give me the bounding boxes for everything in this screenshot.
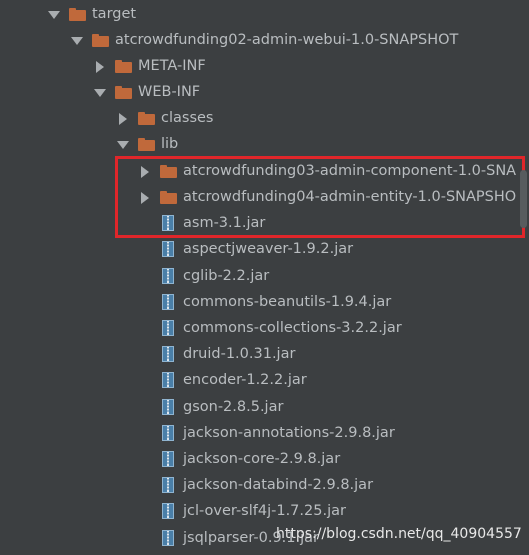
jar-icon: [162, 372, 174, 388]
jar-icon: [162, 320, 174, 336]
collapse-arrow-icon[interactable]: [93, 60, 105, 73]
annotation-highlight-box: [115, 156, 525, 238]
tree-item-jar[interactable]: encoder-1.2.2.jar: [162, 367, 307, 393]
tree-item-label: druid-1.0.31.jar: [183, 346, 296, 362]
tree-item-label: jackson-core-2.9.8.jar: [183, 451, 341, 467]
folder-icon: [138, 111, 155, 125]
tree-item-label: atcrowdfunding02-admin-webui-1.0-SNAPSHO…: [115, 32, 459, 48]
jar-icon: [162, 268, 174, 284]
jar-icon: [162, 425, 174, 441]
tree-item-label: META-INF: [138, 58, 206, 74]
tree-item-jar[interactable]: commons-beanutils-1.9.4.jar: [162, 289, 391, 315]
tree-item-jar[interactable]: druid-1.0.31.jar: [162, 341, 295, 367]
collapse-arrow-icon[interactable]: [116, 112, 128, 125]
expand-arrow-icon[interactable]: [116, 138, 129, 150]
folder-icon: [115, 59, 132, 73]
jar-icon: [162, 530, 174, 546]
jar-icon: [162, 241, 174, 257]
tree-item-jar[interactable]: gson-2.8.5.jar: [162, 394, 283, 420]
folder-icon: [69, 7, 86, 21]
tree-item-label: gson-2.8.5.jar: [183, 399, 284, 415]
tree-item-label: jcl-over-slf4j-1.7.25.jar: [183, 503, 346, 519]
tree-item-classes[interactable]: classes: [116, 105, 213, 131]
tree-item-jar[interactable]: jackson-core-2.9.8.jar: [162, 446, 340, 472]
jar-icon: [162, 477, 174, 493]
tree-item-label: commons-beanutils-1.9.4.jar: [183, 294, 392, 310]
jar-icon: [162, 399, 174, 415]
tree-item-label: jackson-annotations-2.9.8.jar: [183, 425, 395, 441]
tree-item-label: commons-collections-3.2.2.jar: [183, 320, 402, 336]
tree-item-jar[interactable]: aspectjweaver-1.9.2.jar: [162, 236, 353, 262]
tree-item-web-inf[interactable]: WEB-INF: [93, 79, 200, 105]
tree-item-label: target: [92, 6, 137, 22]
tree-item-label: jackson-databind-2.9.8.jar: [183, 477, 374, 493]
expand-arrow-icon[interactable]: [93, 86, 106, 98]
jar-icon: [162, 346, 174, 362]
expand-arrow-icon[interactable]: [47, 8, 60, 20]
project-tree: target atcrowdfunding02-admin-webui-1.0-…: [0, 0, 529, 555]
folder-icon: [92, 33, 109, 47]
vertical-scrollbar[interactable]: [520, 170, 527, 228]
tree-item-label: lib: [161, 136, 179, 152]
tree-item-jar[interactable]: commons-collections-3.2.2.jar: [162, 315, 402, 341]
expand-arrow-icon[interactable]: [70, 34, 83, 46]
jar-icon: [162, 294, 174, 310]
tree-item-lib[interactable]: lib: [116, 131, 178, 157]
tree-item-label: encoder-1.2.2.jar: [183, 372, 307, 388]
tree-item-jar[interactable]: jcl-over-slf4j-1.7.25.jar: [162, 498, 346, 524]
tree-item-meta-inf[interactable]: META-INF: [93, 53, 206, 79]
tree-item-webui-snapshot[interactable]: atcrowdfunding02-admin-webui-1.0-SNAPSHO…: [70, 27, 458, 53]
tree-item-target[interactable]: target: [47, 1, 136, 27]
tree-item-jar[interactable]: cglib-2.2.jar: [162, 263, 269, 289]
tree-item-label: WEB-INF: [138, 84, 201, 100]
tree-item-jar[interactable]: jackson-annotations-2.9.8.jar: [162, 420, 395, 446]
tree-item-label: aspectjweaver-1.9.2.jar: [183, 241, 354, 257]
folder-icon: [115, 85, 132, 99]
tree-item-label: cglib-2.2.jar: [183, 268, 270, 284]
folder-icon: [138, 137, 155, 151]
tree-item-jar[interactable]: jackson-databind-2.9.8.jar: [162, 472, 373, 498]
jar-icon: [162, 503, 174, 519]
watermark: https://blog.csdn.net/qq_40904557: [276, 526, 522, 542]
tree-item-label: classes: [161, 110, 214, 126]
jar-icon: [162, 451, 174, 467]
